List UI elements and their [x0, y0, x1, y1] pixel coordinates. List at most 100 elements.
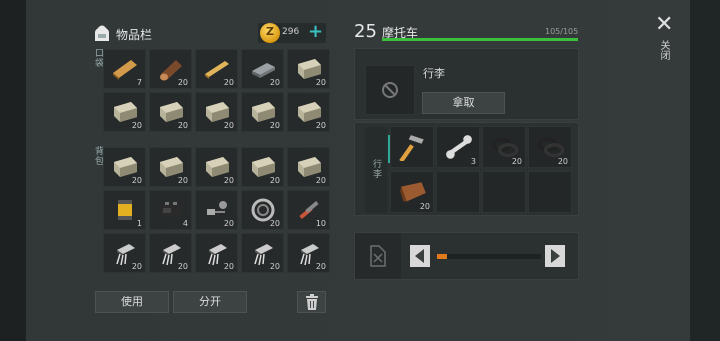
trunk-slot[interactable]: 20 [528, 126, 572, 168]
backpack-slot[interactable]: 20 [241, 190, 284, 230]
item-count: 20 [269, 219, 280, 228]
wood-plank-icon [111, 56, 139, 82]
fuel-panel [354, 232, 579, 280]
trash-icon [305, 294, 318, 310]
item-count: 20 [223, 219, 234, 228]
pocket-slot[interactable]: 20 [195, 92, 238, 132]
trunk-slot[interactable]: 3 [436, 126, 480, 168]
item-count: 20 [223, 262, 234, 271]
backpack-slot[interactable]: 20 [149, 233, 192, 273]
backpack-slot[interactable]: 20 [195, 147, 238, 187]
trunk-panel: 行李 3 20 20 20 [354, 122, 579, 216]
item-count: 20 [557, 157, 568, 166]
take-button[interactable]: 拿取 [422, 92, 505, 114]
item-count: 20 [419, 202, 430, 211]
pocket-slot[interactable]: 20 [287, 49, 330, 89]
fuel-decrease-button[interactable] [410, 245, 430, 267]
item-count: 10 [315, 219, 326, 228]
item-count: 20 [177, 176, 188, 185]
pocket-slot[interactable]: 20 [287, 92, 330, 132]
backpack-grid: 20 20 20 20 20 1 4 20 20 10 20 20 20 20 20 [103, 147, 330, 273]
trunk-label-box: 行李 [365, 127, 387, 213]
close-label[interactable]: 关闭 [656, 40, 671, 60]
item-count: 20 [269, 121, 280, 130]
backpack-slot[interactable]: 4 [149, 190, 192, 230]
item-count: 20 [177, 78, 188, 87]
coin-count: 296 [282, 27, 300, 37]
item-count: 20 [131, 176, 142, 185]
fuel-slot[interactable] [355, 233, 401, 279]
wrench-icon [444, 133, 474, 161]
item-count: 20 [131, 262, 142, 271]
backpack-slot[interactable]: 20 [241, 147, 284, 187]
fuel-increase-button[interactable] [545, 245, 565, 267]
item-count: 7 [136, 78, 142, 87]
backpack-slot[interactable]: 10 [287, 190, 330, 230]
trunk-label: 行李 [371, 159, 381, 179]
close-icon[interactable]: ✕ [655, 12, 673, 37]
item-count: 20 [315, 121, 326, 130]
hammer-icon [398, 133, 428, 163]
trunk-slot[interactable] [528, 171, 572, 213]
trunk-slot[interactable]: 20 [482, 126, 526, 168]
backpack-slot[interactable]: 20 [287, 233, 330, 273]
backpack-slot[interactable]: 20 [195, 233, 238, 273]
add-coins-button[interactable]: + [308, 21, 323, 42]
vehicle-hp-text: 105/105 [545, 27, 579, 36]
fuel-slider-track[interactable] [437, 254, 541, 259]
equip-label: 行李 [423, 67, 445, 80]
item-count: 20 [511, 157, 522, 166]
pocket-slot[interactable]: 20 [149, 49, 192, 89]
item-count: 20 [269, 78, 280, 87]
empty-slot-icon [382, 82, 398, 98]
inventory-header: 物品栏 Z 296 + [88, 20, 328, 46]
item-count: 20 [269, 262, 280, 271]
right-edge [690, 0, 720, 341]
backpack-slot[interactable]: 20 [103, 233, 146, 273]
pocket-slot[interactable]: 20 [241, 49, 284, 89]
backpack-slot[interactable]: 20 [287, 147, 330, 187]
use-button[interactable]: 使用 [95, 291, 169, 313]
trunk-slot[interactable] [436, 171, 480, 213]
item-count: 20 [315, 262, 326, 271]
item-count: 4 [182, 219, 188, 228]
item-count: 20 [131, 121, 142, 130]
arrow-right-icon [551, 249, 560, 263]
item-count: 1 [136, 219, 142, 228]
trunk-slot[interactable] [482, 171, 526, 213]
pocket-slot[interactable]: 20 [195, 49, 238, 89]
left-edge [0, 0, 26, 341]
backpack-slot[interactable]: 20 [103, 147, 146, 187]
item-count: 20 [223, 121, 234, 130]
backpack-icon [95, 25, 109, 41]
pocket-slot[interactable]: 20 [103, 92, 146, 132]
backpack-slot[interactable]: 20 [241, 233, 284, 273]
item-count: 20 [223, 78, 234, 87]
battery-icon [157, 197, 185, 223]
pocket-slot[interactable]: 7 [103, 49, 146, 89]
trunk-slot[interactable]: 20 [390, 171, 434, 213]
fuel-slider-fill [437, 254, 448, 259]
oil-filter-icon [111, 197, 139, 223]
item-count: 20 [177, 262, 188, 271]
coin-counter: Z 296 + [258, 21, 326, 43]
game-screen: 物品栏 Z 296 + 口袋 背包 7 20 20 20 20 20 20 20 20 20 20… [0, 0, 720, 341]
trash-button[interactable] [297, 291, 326, 313]
item-count: 20 [269, 176, 280, 185]
item-count: 20 [315, 176, 326, 185]
coin-icon: Z [260, 23, 280, 43]
backpack-slot[interactable]: 20 [195, 190, 238, 230]
pocket-slot[interactable]: 20 [149, 92, 192, 132]
item-count: 20 [223, 176, 234, 185]
arrow-left-icon [415, 249, 424, 263]
vehicle-level: 25 [354, 21, 377, 42]
vehicle-hp-fill [382, 38, 578, 41]
vehicle-hp-bar [382, 38, 578, 41]
trunk-slot[interactable] [390, 126, 434, 168]
equip-slot[interactable] [365, 65, 415, 115]
backpack-slot[interactable]: 1 [103, 190, 146, 230]
backpack-slot[interactable]: 20 [149, 147, 192, 187]
pocket-slot[interactable]: 20 [241, 92, 284, 132]
pockets-grid: 7 20 20 20 20 20 20 20 20 20 [103, 49, 330, 132]
split-button[interactable]: 分开 [173, 291, 247, 313]
